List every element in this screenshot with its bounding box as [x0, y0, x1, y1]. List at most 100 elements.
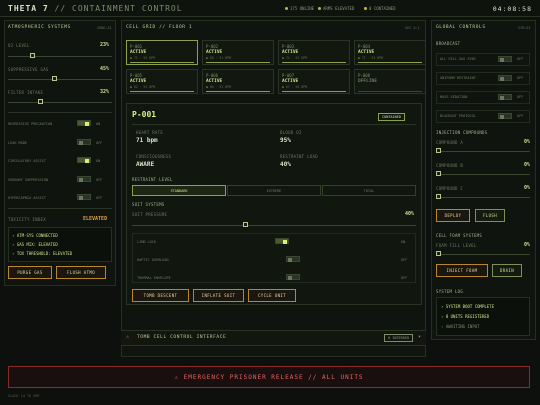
- compound-value: 0%: [524, 162, 531, 168]
- pressure-slider[interactable]: [132, 225, 416, 226]
- restraint-extreme[interactable]: EXTREME: [227, 185, 321, 196]
- chevron-down-icon[interactable]: ▾: [418, 334, 421, 340]
- broadcast-toggle[interactable]: [498, 75, 512, 81]
- circulatory-toggle[interactable]: [77, 157, 91, 163]
- foam-slider-thumb[interactable]: [436, 251, 441, 256]
- compound-slider[interactable]: [436, 197, 530, 198]
- divider: [132, 124, 416, 125]
- restraint-total[interactable]: TOTAL: [322, 185, 416, 196]
- broadcast-label: BLACKOUT PROTOCOL: [440, 114, 476, 118]
- cell-card[interactable]: P-008 OFFLINE: [354, 69, 426, 94]
- sensory-toggle[interactable]: [77, 176, 91, 182]
- restraint-standard[interactable]: STANDARD: [132, 185, 226, 196]
- cell-bar: [206, 62, 270, 63]
- log-line: › ATM-SYS CONNECTED: [12, 233, 58, 238]
- haptic-toggle[interactable]: [286, 256, 300, 262]
- heart-rate: 71 bpm: [136, 137, 158, 144]
- consciousness: AWARE: [136, 161, 155, 168]
- cell-card[interactable]: P-006 ACTIVE ● 80 · 92 BPM: [202, 69, 274, 94]
- cell-status: OFFLINE: [358, 79, 377, 84]
- broadcast-toggle[interactable]: [498, 113, 512, 119]
- log-title: SYSTEM LOG: [436, 289, 464, 294]
- compound-slider[interactable]: [436, 151, 530, 152]
- filter-value: 32%: [100, 89, 110, 95]
- toggle-label: LEAK MODE: [8, 141, 27, 145]
- filter-slider-thumb[interactable]: [38, 99, 43, 104]
- drain-button[interactable]: DRAIN: [492, 264, 522, 277]
- hypercapnia-toggle[interactable]: [77, 194, 91, 200]
- inject-foam-button[interactable]: INJECT FOAM: [436, 264, 488, 277]
- broadcast-toggle[interactable]: [498, 94, 512, 100]
- thermal-toggle[interactable]: [286, 274, 300, 280]
- toggle-state: ON: [96, 122, 101, 126]
- restraint-load: 40%: [280, 161, 291, 168]
- o2-value: 23%: [100, 42, 110, 48]
- clock: 04:08:58: [492, 5, 532, 13]
- compound-slider[interactable]: [436, 174, 530, 175]
- status-dot-icon: [285, 7, 288, 10]
- cell-card[interactable]: P-004 ACTIVE ● 71 · 93 BPM: [354, 40, 426, 65]
- cell-bar: [206, 91, 270, 92]
- gas-slider-thumb[interactable]: [52, 76, 57, 81]
- compound-slider-thumb[interactable]: [436, 148, 441, 153]
- stat-label: HEART RATE: [136, 130, 164, 135]
- cell-card[interactable]: P-001 ACTIVE ● 71 · 95 BPM: [126, 40, 198, 65]
- foam-slider[interactable]: [436, 254, 530, 255]
- compound-label: COMPOUND C: [436, 186, 464, 191]
- cell-bar: [130, 62, 194, 63]
- broadcast-label: ALL CELL GAS SYNC: [440, 57, 476, 61]
- compound-slider-thumb[interactable]: [436, 171, 441, 176]
- regressive-toggle[interactable]: [77, 120, 91, 126]
- inflate-suit-button[interactable]: INFLATE SUIT: [193, 289, 244, 302]
- footer-text: CLOCK 14 TO GMT: [8, 394, 40, 398]
- cell-bar: [282, 62, 346, 63]
- atmo-title: ATMOSPHERIC SYSTEMS: [8, 25, 71, 30]
- cell-card[interactable]: P-002 ACTIVE ● 88 · 91 BPM: [202, 40, 274, 65]
- cell-bar: [358, 91, 422, 92]
- global-sub: SIM-01: [518, 26, 531, 30]
- divider: [8, 112, 112, 113]
- stat-label: BLOOD O2: [280, 130, 302, 135]
- cell-id: P-005: [130, 73, 143, 78]
- filter-slider[interactable]: [8, 102, 112, 103]
- cell-card[interactable]: P-007 ACTIVE ● 67 · 90 BPM: [278, 69, 350, 94]
- cycle-unit-button[interactable]: CYCLE UNIT: [248, 289, 296, 302]
- flush-atmo-button[interactable]: FLUSH ATMO: [56, 266, 106, 279]
- o2-slider[interactable]: [8, 56, 112, 57]
- status-online: 175 ONLINE: [285, 6, 314, 11]
- o2-slider-thumb[interactable]: [30, 53, 35, 58]
- pressure-slider-thumb[interactable]: [243, 222, 248, 227]
- toggle-state: OFF: [517, 76, 524, 80]
- cell-meta: ● 71 · 93 BPM: [358, 56, 383, 60]
- compound-label: COMPOUND A: [436, 140, 464, 145]
- app-title: THETA 7 // CONTAINMENT CONTROL: [8, 4, 183, 13]
- cell-meta: ● 80 · 92 BPM: [206, 85, 231, 89]
- cell-card[interactable]: P-005 ACTIVE ● 82 · 94 BPM: [126, 69, 198, 94]
- tomb-descent-button[interactable]: TOMB DESCENT: [132, 289, 189, 302]
- cell-card[interactable]: P-003 ACTIVE ● 74 · 92 BPM: [278, 40, 350, 65]
- deploy-button[interactable]: DEPLOY: [436, 209, 470, 222]
- limb-lock-toggle[interactable]: [275, 238, 289, 244]
- cell-status: ACTIVE: [130, 50, 147, 55]
- suit-toggle-box: [132, 233, 416, 283]
- leak-toggle[interactable]: [77, 139, 91, 145]
- cell-status: ACTIVE: [358, 50, 375, 55]
- cell-id: P-008: [358, 73, 371, 78]
- cell-id: P-006: [206, 73, 219, 78]
- broadcast-toggle[interactable]: [498, 56, 512, 62]
- compound-slider-thumb[interactable]: [436, 194, 441, 199]
- contained-badge: CONTAINED: [378, 113, 405, 121]
- toggle-label: REGRESSIVE PRECAUTION: [8, 122, 53, 126]
- purge-gas-button[interactable]: PURGE GAS: [8, 266, 52, 279]
- cell-meta: ● 88 · 91 BPM: [206, 56, 231, 60]
- toggle-label: CIRCULATORY ASSIST: [8, 159, 46, 163]
- cell-id: P-004: [358, 44, 371, 49]
- broadcast-title: BROADCAST: [436, 41, 461, 46]
- grid-sector: SEC A-1: [405, 26, 420, 30]
- flush-button[interactable]: FLUSH: [475, 209, 505, 222]
- compound-value: 0%: [524, 185, 531, 191]
- cell-id: P-001: [130, 44, 143, 49]
- toggle-state: OFF: [96, 141, 103, 145]
- gas-slider[interactable]: [8, 79, 112, 80]
- emergency-release-button[interactable]: ⚠ EMERGENCY PRISONER RELEASE // ALL UNIT…: [8, 366, 530, 388]
